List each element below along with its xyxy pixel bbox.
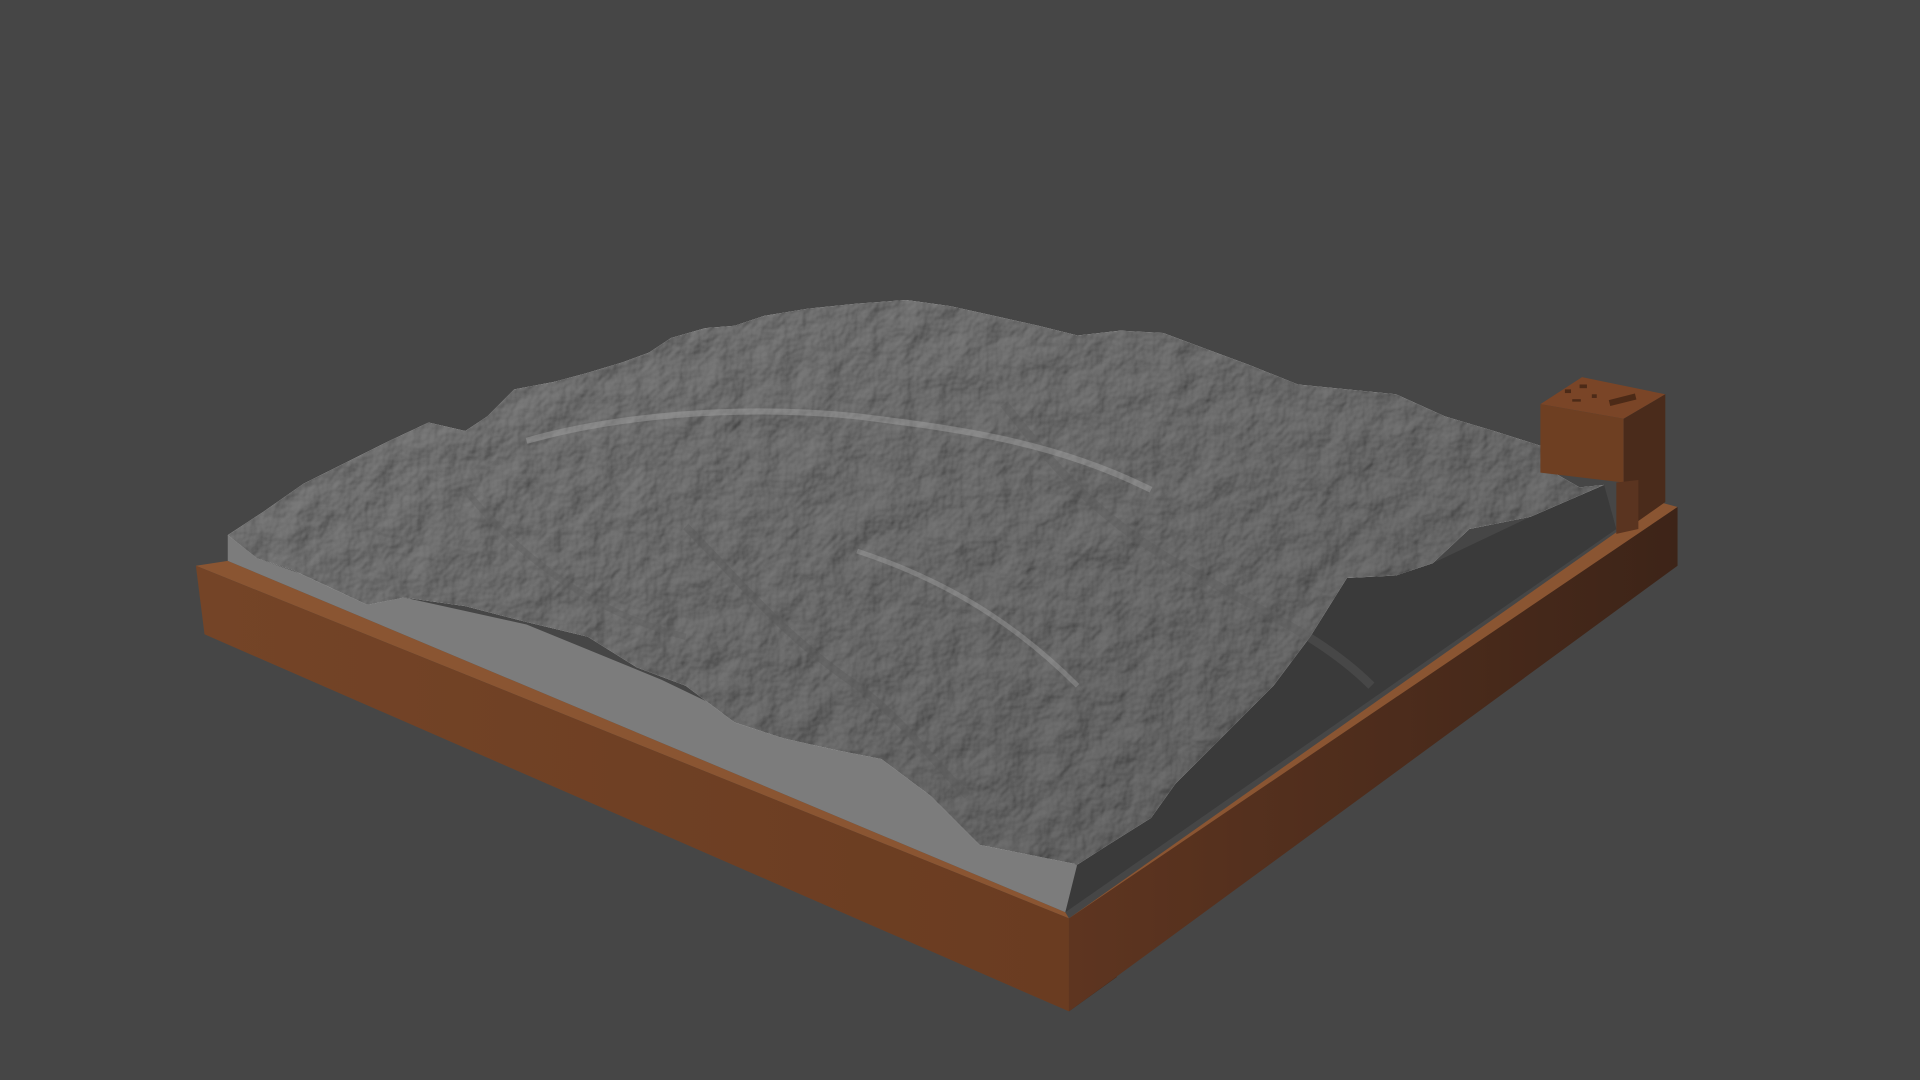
placard-stem: [1616, 480, 1639, 534]
3d-viewport[interactable]: [0, 0, 1920, 1080]
